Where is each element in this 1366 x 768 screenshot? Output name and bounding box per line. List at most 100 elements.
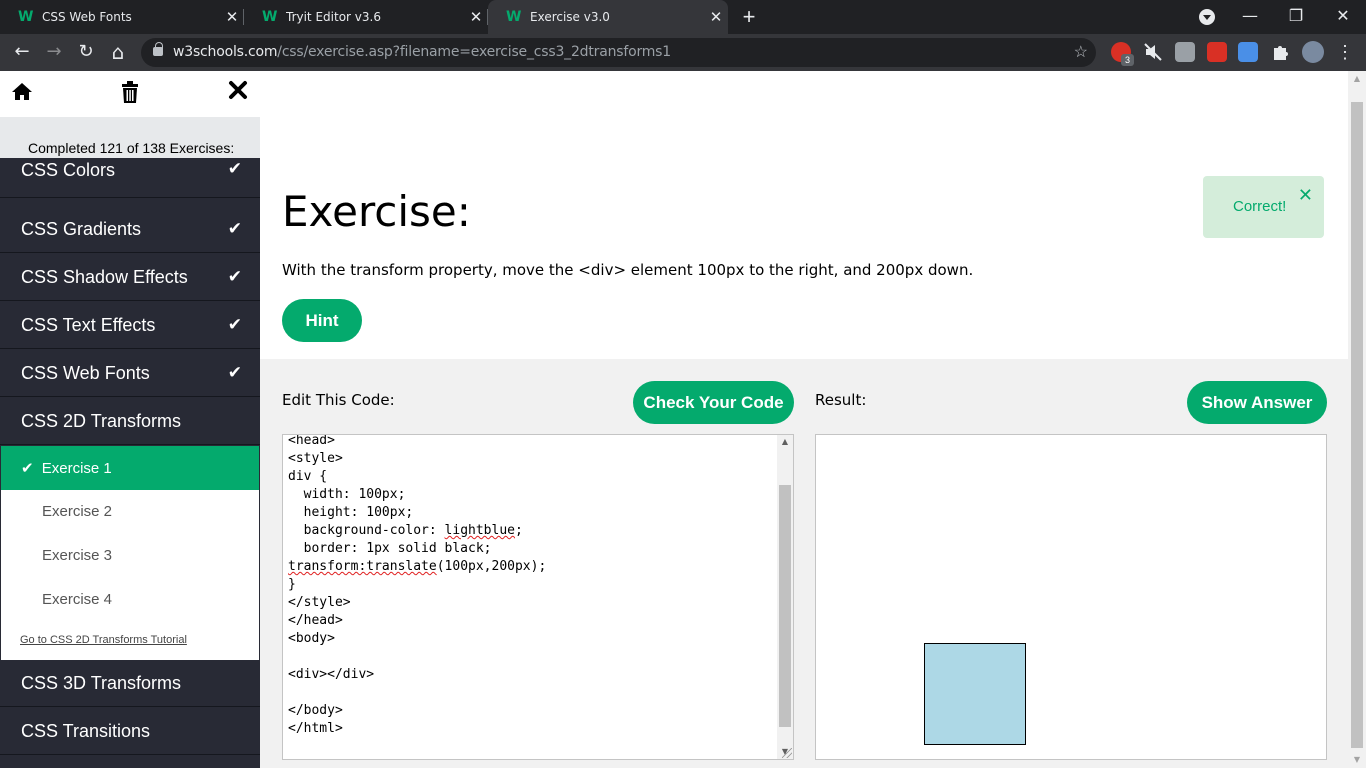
section-label: CSS 2D Transforms <box>21 411 182 431</box>
url-host: w3schools.com <box>173 44 278 60</box>
section-label: CSS Web Fonts <box>21 363 150 383</box>
exercise-label: Exercise 1 <box>41 460 112 477</box>
video-extension-icon[interactable] <box>1207 42 1227 62</box>
tab-css-web-fonts[interactable]: W CSS Web Fonts ✕ <box>0 0 244 34</box>
tutorial-link[interactable]: Go to CSS 2D Transforms Tutorial <box>20 634 187 646</box>
translate-extension-icon[interactable] <box>1238 42 1258 62</box>
tab-tryit-editor[interactable]: W Tryit Editor v3.6 ✕ <box>244 0 488 34</box>
exercise-description: With the transform property, move the <d… <box>282 261 974 279</box>
extensions-puzzle-icon[interactable] <box>1270 42 1290 62</box>
alert-text: Correct! <box>1233 198 1287 215</box>
code-line[interactable]: <style> <box>288 450 546 468</box>
lock-icon[interactable] <box>153 42 163 56</box>
bookmark-star-icon[interactable]: ☆ <box>1074 38 1088 67</box>
result-preview <box>815 434 1327 760</box>
home-icon[interactable] <box>8 80 36 108</box>
correct-alert: Correct! ✕ <box>1203 176 1324 238</box>
section-css-2d-transforms[interactable]: CSS 2D Transforms <box>0 398 260 445</box>
code-line[interactable]: width: 100px; <box>288 486 546 504</box>
check-code-button[interactable]: Check Your Code <box>633 381 794 424</box>
minimize-button[interactable]: — <box>1227 0 1273 34</box>
exercise-list: ✔ Exercise 1 Exercise 2 Exercise 3 Exerc… <box>0 446 260 661</box>
back-icon[interactable]: ← <box>7 37 37 67</box>
resize-grip-icon[interactable] <box>782 748 792 758</box>
w3schools-favicon-icon: W <box>506 9 522 25</box>
code-line[interactable]: </html> <box>288 720 546 738</box>
home-icon[interactable]: ⌂ <box>103 37 133 67</box>
address-bar[interactable]: w3schools.com/css/exercise.asp?filename=… <box>141 38 1096 67</box>
code-line[interactable]: <body> <box>288 630 546 648</box>
exercise-item-2[interactable]: Exercise 2 <box>1 490 259 534</box>
section-css-colors[interactable]: CSS Colors ✔ <box>0 158 260 198</box>
code-line[interactable] <box>288 648 546 666</box>
section-css-text-effects[interactable]: CSS Text Effects ✔ <box>0 302 260 349</box>
tab-close-icon[interactable]: ✕ <box>220 8 244 26</box>
code-line[interactable]: } <box>288 576 546 594</box>
url-text: w3schools.com/css/exercise.asp?filename=… <box>173 38 671 67</box>
code-text[interactable]: <head> <style> div { width: 100px; height:… <box>288 435 546 738</box>
page-title: Exercise: <box>282 187 471 236</box>
reload-icon[interactable]: ↻ <box>71 37 101 67</box>
check-icon: ✔ <box>21 459 34 477</box>
tab-exercise[interactable]: W Exercise v3.0 ✕ <box>488 0 728 34</box>
preview-div-box <box>924 643 1026 745</box>
section-css-gradients[interactable]: CSS Gradients ✔ <box>0 206 260 253</box>
section-label: CSS Text Effects <box>21 315 156 335</box>
section-label: CSS Transitions <box>21 721 151 741</box>
section-css-3d-transforms[interactable]: CSS 3D Transforms <box>0 660 260 707</box>
profile-avatar[interactable] <box>1302 41 1324 63</box>
window-close-button[interactable]: ✕ <box>1320 0 1366 34</box>
page-scrollbar[interactable]: ▲ ▼ <box>1348 71 1366 768</box>
editor-scrollbar[interactable]: ▲ ▼ <box>777 435 793 759</box>
code-line[interactable]: <head> <box>288 435 546 450</box>
exercise-main: Exercise: With the transform property, m… <box>260 71 1348 768</box>
forward-icon[interactable]: → <box>39 37 69 67</box>
scroll-down-icon[interactable]: ▼ <box>1348 752 1366 768</box>
tab-close-icon[interactable]: ✕ <box>464 8 488 26</box>
section-css-shadow-effects[interactable]: CSS Shadow Effects ✔ <box>0 254 260 301</box>
browser-menu-icon[interactable]: ⋮ <box>1336 41 1354 63</box>
code-line[interactable]: transform:translate(100px,200px); <box>288 558 546 576</box>
code-line[interactable]: </style> <box>288 594 546 612</box>
hint-button[interactable]: Hint <box>282 299 362 342</box>
exercise-label: Exercise 4 <box>42 591 113 608</box>
scrollbar-thumb[interactable] <box>1351 102 1363 748</box>
trash-icon[interactable] <box>116 80 144 108</box>
exercise-item-1[interactable]: ✔ Exercise 1 <box>1 446 259 490</box>
tab-title: CSS Web Fonts <box>42 10 132 24</box>
code-line[interactable]: border: 1px solid black; <box>288 540 546 558</box>
close-icon[interactable]: ✕ <box>1298 185 1313 206</box>
code-line[interactable]: </head> <box>288 612 546 630</box>
check-icon: ✔ <box>227 219 242 239</box>
extension-badge: 3 <box>1121 54 1134 66</box>
show-answer-button[interactable]: Show Answer <box>1187 381 1327 424</box>
scroll-up-icon[interactable]: ▲ <box>1348 71 1366 87</box>
exercise-item-3[interactable]: Exercise 3 <box>1 534 259 578</box>
mute-tab-extension-icon[interactable] <box>1143 42 1163 62</box>
code-line[interactable]: div { <box>288 468 546 486</box>
close-icon[interactable] <box>224 80 252 108</box>
code-editor[interactable]: <head> <style> div { width: 100px; height:… <box>282 434 794 760</box>
code-line[interactable]: </body> <box>288 702 546 720</box>
code-line[interactable] <box>288 684 546 702</box>
code-line[interactable]: <div></div> <box>288 666 546 684</box>
section-label: CSS Colors <box>21 160 116 180</box>
code-line[interactable]: height: 100px; <box>288 504 546 522</box>
browser-tab-bar: W CSS Web Fonts ✕ W Tryit Editor v3.6 ✕ … <box>0 0 1366 34</box>
exercise-item-4[interactable]: Exercise 4 <box>1 578 259 622</box>
exercise-sidebar: Completed 121 of 138 Exercises: CSS Colo… <box>0 71 260 768</box>
new-tab-button[interactable]: + <box>736 3 762 31</box>
check-icon: ✔ <box>227 159 242 179</box>
scrollbar-thumb[interactable] <box>779 485 791 727</box>
sidebar-toolbar <box>0 71 260 117</box>
section-css-web-fonts[interactable]: CSS Web Fonts ✔ <box>0 350 260 397</box>
code-line[interactable]: background-color: lightblue; <box>288 522 546 540</box>
progress-text: Completed 121 of 138 Exercises: <box>28 140 235 156</box>
section-label: CSS Gradients <box>21 219 142 239</box>
maximize-button[interactable]: ❐ <box>1273 0 1319 34</box>
tab-search-icon[interactable] <box>1199 9 1215 25</box>
tab-close-icon[interactable]: ✕ <box>704 8 728 26</box>
section-css-transitions[interactable]: CSS Transitions <box>0 708 260 755</box>
touch-extension-icon[interactable] <box>1175 42 1195 62</box>
scroll-up-icon[interactable]: ▲ <box>777 435 793 449</box>
